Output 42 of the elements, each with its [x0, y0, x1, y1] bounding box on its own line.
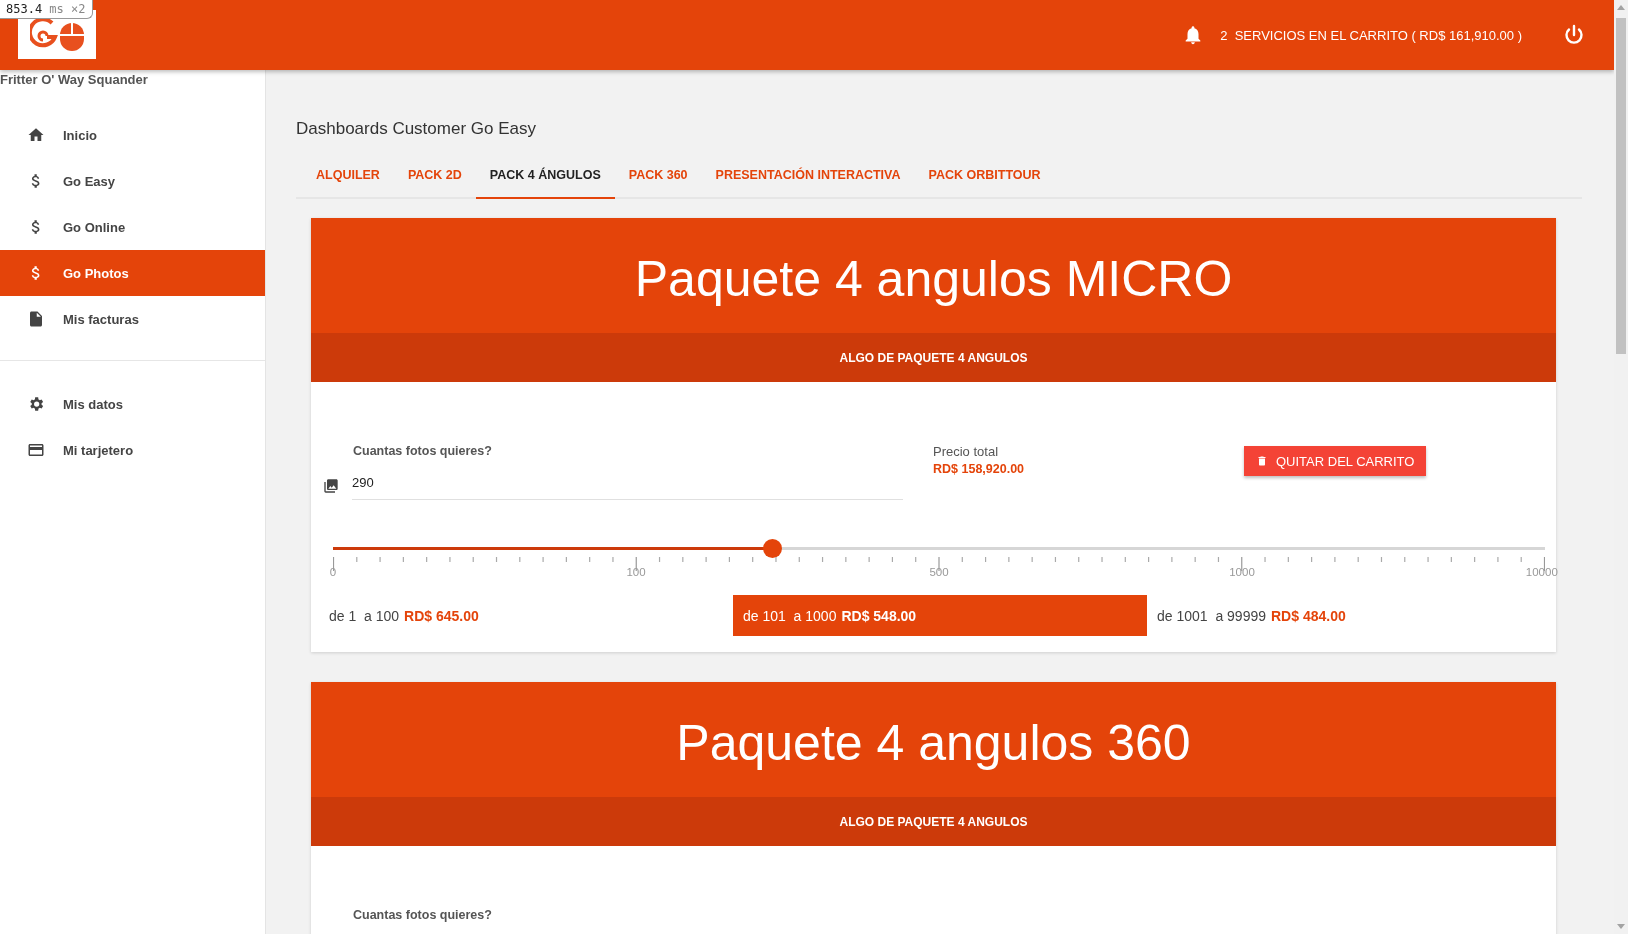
- slider-thumb[interactable]: [762, 539, 782, 558]
- tab[interactable]: PACK 4 ÁNGULOS: [475, 153, 615, 199]
- document-icon: [27, 310, 45, 328]
- tick-label: 500: [929, 566, 949, 578]
- sidebar-item[interactable]: Go Photos: [0, 250, 265, 296]
- sidebar-item[interactable]: Mis facturas: [0, 296, 265, 342]
- cart-summary-link[interactable]: 2 SERVICIOS EN EL CARRITO ( RD$ 161,910.00 ): [1220, 27, 1522, 43]
- page-title: Dashboards Customer Go Easy: [296, 119, 536, 139]
- total-price: RD$ 158,920.00: [933, 462, 1026, 476]
- sidebar-item[interactable]: Mi tarjetero: [0, 427, 265, 473]
- logo-drawing: [30, 17, 84, 52]
- tab[interactable]: PACK 2D: [393, 153, 476, 199]
- tick-label: 10000: [1525, 566, 1558, 578]
- tab[interactable]: PRESENTACIÓN INTERACTIVA: [701, 153, 915, 199]
- photo-library-icon: [323, 477, 339, 494]
- remove-from-cart-button[interactable]: QUITAR DEL CARRITO: [1244, 446, 1427, 476]
- timing-overlay: 853.4 ms ×2: [0, 0, 93, 19]
- price-tier[interactable]: de 1 a 100 RD$ 645.00: [329, 595, 733, 636]
- tick-label: 100: [626, 566, 646, 578]
- package-title: Paquete 4 angulos 360: [676, 713, 1191, 772]
- tab[interactable]: ALQUILER: [302, 153, 394, 199]
- total-label: Precio total: [933, 444, 1000, 459]
- credit-card-icon: [27, 441, 45, 459]
- sidebar-item[interactable]: Inicio: [0, 112, 265, 158]
- home-icon: [27, 126, 45, 144]
- sidebar-item[interactable]: Go Online: [0, 204, 265, 250]
- quantity-input[interactable]: 290: [352, 471, 903, 500]
- field-label: Cuantas fotos quieres?: [353, 444, 493, 458]
- sidebar-item[interactable]: Go Easy: [0, 158, 265, 204]
- price-tier[interactable]: de 1001 a 99999 RD$ 484.00: [1157, 595, 1346, 636]
- tab[interactable]: PACK 360: [614, 153, 702, 199]
- trash-icon: [1256, 455, 1268, 467]
- power-icon[interactable]: [1562, 23, 1586, 47]
- price-tier[interactable]: de 101 a 1000 RD$ 548.00: [733, 595, 1147, 636]
- field-label: Cuantas fotos quieres?: [353, 908, 493, 922]
- sidebar-item[interactable]: Mis datos: [0, 381, 265, 427]
- package-subtitle: ALGO DE PAQUETE 4 ANGULOS: [839, 814, 1028, 829]
- package-subtitle: ALGO DE PAQUETE 4 ANGULOS: [839, 350, 1028, 365]
- package-title: Paquete 4 angulos MICRO: [634, 249, 1233, 308]
- user-name: Fritter O' Way Squander: [0, 71, 149, 89]
- tick-label: 1000: [1229, 566, 1255, 578]
- tab[interactable]: PACK ORBITTOUR: [914, 153, 1055, 199]
